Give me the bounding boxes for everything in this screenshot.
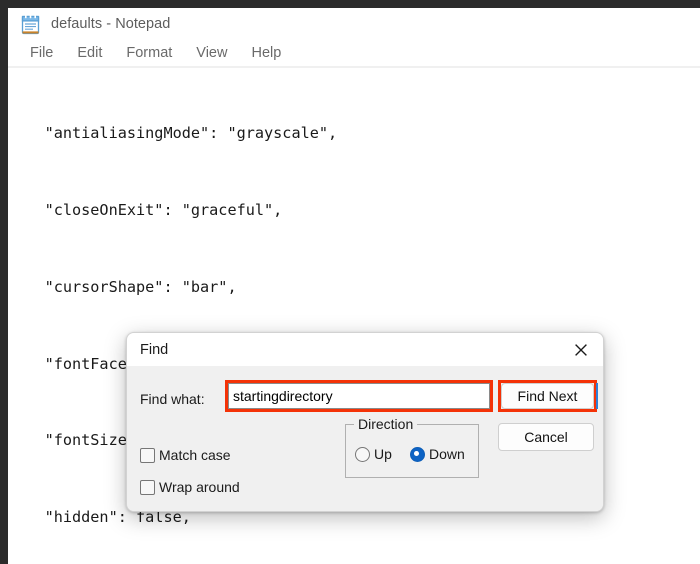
menu-bar: File Edit Format View Help <box>8 40 700 66</box>
desktop-background-left <box>0 0 8 564</box>
find-dialog-title: Find <box>140 341 169 358</box>
checkbox-match-case[interactable]: Match case <box>140 447 231 463</box>
find-dialog: Find Find what: Find Next Cancel Directi… <box>126 332 604 512</box>
find-dialog-body: Find what: Find Next Cancel Direction Up… <box>127 366 603 511</box>
menu-item-edit[interactable]: Edit <box>65 43 114 64</box>
menu-item-view[interactable]: View <box>184 43 239 64</box>
checkbox-wrap-around-label: Wrap around <box>159 479 240 495</box>
code-line: "antialiasingMode": "grayscale", <box>8 124 338 143</box>
radio-direction-up[interactable]: Up <box>355 446 392 462</box>
direction-legend: Direction <box>354 416 418 432</box>
code-line: "cursorShape": "bar", <box>8 277 237 296</box>
close-icon[interactable] <box>559 333 603 366</box>
radio-down-label: Down <box>429 446 465 462</box>
cancel-button[interactable]: Cancel <box>498 423 594 451</box>
default-button-accent <box>596 383 598 409</box>
notepad-window: defaults - Notepad File Edit Format View… <box>8 8 700 564</box>
checkbox-match-case-label: Match case <box>159 447 231 463</box>
notepad-icon <box>21 14 40 35</box>
menu-item-format[interactable]: Format <box>114 43 184 64</box>
code-line: "closeOnExit": "graceful", <box>8 200 283 219</box>
menu-item-help[interactable]: Help <box>239 43 293 64</box>
find-dialog-title-bar: Find <box>127 333 603 366</box>
radio-direction-down[interactable]: Down <box>410 446 465 462</box>
title-bar: defaults - Notepad <box>8 8 700 40</box>
find-next-button[interactable]: Find Next <box>501 383 594 409</box>
desktop-background-top <box>0 0 700 8</box>
checkbox-wrap-around[interactable]: Wrap around <box>140 479 240 495</box>
radio-up-icon <box>355 446 370 462</box>
find-what-label: Find what: <box>140 391 205 407</box>
radio-up-label: Up <box>374 446 392 462</box>
window-title: defaults - Notepad <box>51 16 171 32</box>
checkbox-wrap-around-icon <box>140 479 155 495</box>
radio-down-icon <box>410 446 425 462</box>
search-input[interactable] <box>228 383 490 409</box>
checkbox-match-case-icon <box>140 447 155 463</box>
menu-item-file[interactable]: File <box>18 43 65 64</box>
